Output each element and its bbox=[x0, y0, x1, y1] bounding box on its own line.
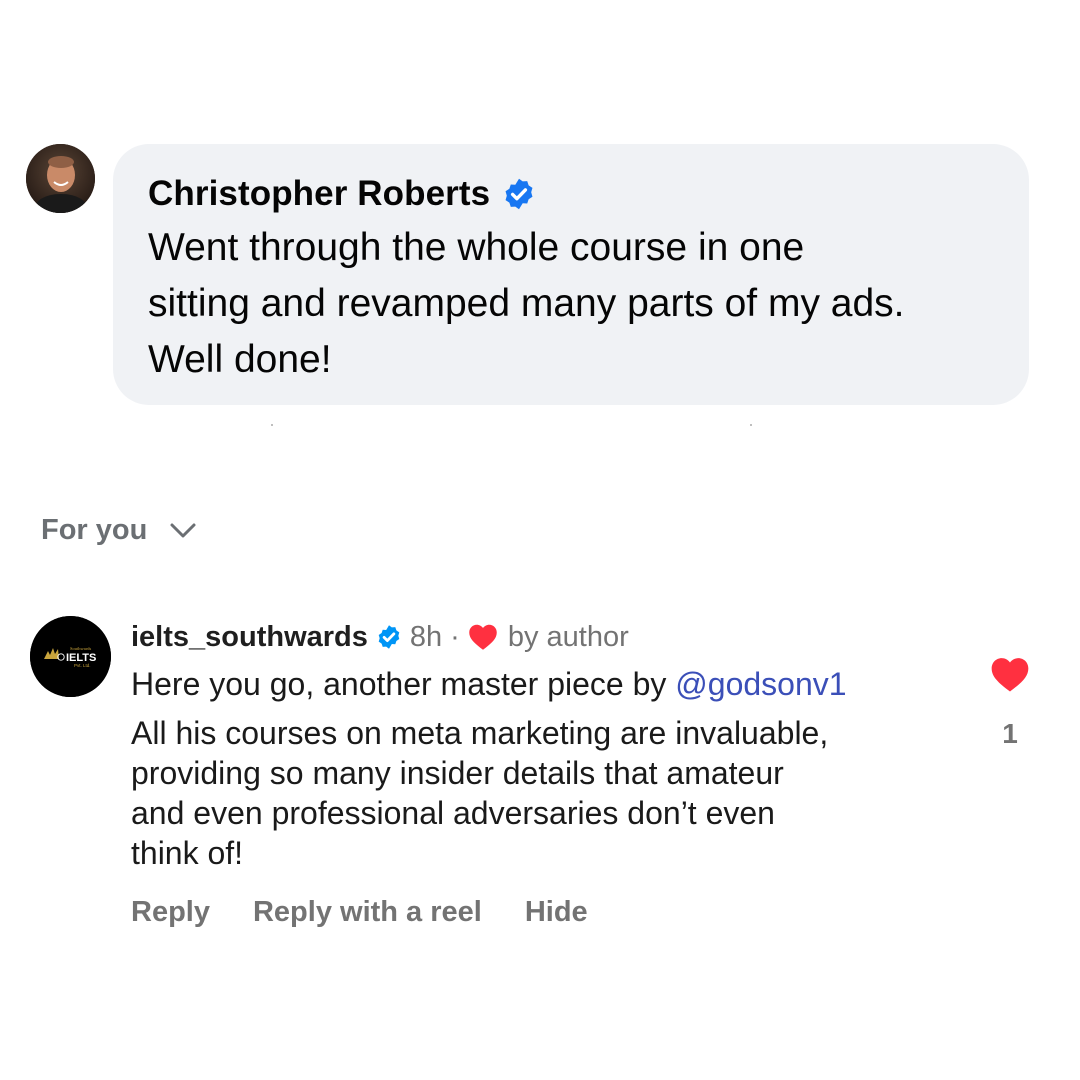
verified-badge-icon bbox=[505, 178, 533, 210]
commenter-avatar[interactable] bbox=[26, 144, 95, 213]
comment-actions: Reply Reply with a reel Hide bbox=[131, 896, 631, 929]
comment-text: Went through the whole course in one sit… bbox=[148, 220, 1018, 388]
hide-button[interactable]: Hide bbox=[525, 896, 588, 929]
comment-body-line: think of! bbox=[131, 835, 244, 871]
reply-with-reel-button[interactable]: Reply with a reel bbox=[253, 896, 482, 929]
comment-text-line: Went through the whole course in one bbox=[148, 226, 805, 269]
sort-label: For you bbox=[41, 514, 148, 546]
comment-body: Here you go, another master piece by @go… bbox=[131, 664, 971, 873]
separator-dot: · bbox=[450, 620, 460, 653]
heart-icon bbox=[469, 624, 497, 650]
comment-body-line: and even professional adversaries don’t … bbox=[131, 795, 775, 831]
commenter-name[interactable]: Christopher Roberts bbox=[148, 174, 490, 214]
sort-selector[interactable]: For you bbox=[41, 514, 197, 547]
logo-text-small: Southwards bbox=[70, 646, 91, 651]
chevron-down-icon bbox=[170, 523, 196, 537]
divider-mark bbox=[750, 424, 752, 426]
comment-header: Christopher Roberts bbox=[148, 174, 536, 214]
verified-badge-icon bbox=[378, 625, 400, 649]
comment-meta: ielts_southwards 8h · by author bbox=[131, 617, 629, 657]
like-heart-icon[interactable] bbox=[990, 656, 1030, 693]
divider-mark bbox=[271, 424, 273, 426]
logo-text-sub: Pvt. Ltd. bbox=[74, 663, 91, 668]
liked-by-author-label: by author bbox=[507, 620, 629, 653]
comment-first-line-text: Here you go, another master piece by bbox=[131, 666, 676, 702]
account-avatar[interactable]: Southwards IELTS Pvt. Ltd. bbox=[30, 616, 111, 697]
comment-text-line: sitting and revamped many parts of my ad… bbox=[148, 282, 905, 325]
reply-button[interactable]: Reply bbox=[131, 896, 210, 929]
like-count: 1 bbox=[1002, 718, 1018, 749]
comment-first-line: Here you go, another master piece by @go… bbox=[131, 664, 971, 704]
mention-link[interactable]: @godsonv1 bbox=[675, 666, 846, 702]
comment-body-line: providing so many insider details that a… bbox=[131, 755, 784, 791]
timestamp: 8h bbox=[409, 620, 443, 653]
username[interactable]: ielts_southwards bbox=[131, 621, 368, 654]
comment-text-line: Well done! bbox=[148, 338, 332, 381]
comment-body-line: All his courses on meta marketing are in… bbox=[131, 715, 829, 751]
